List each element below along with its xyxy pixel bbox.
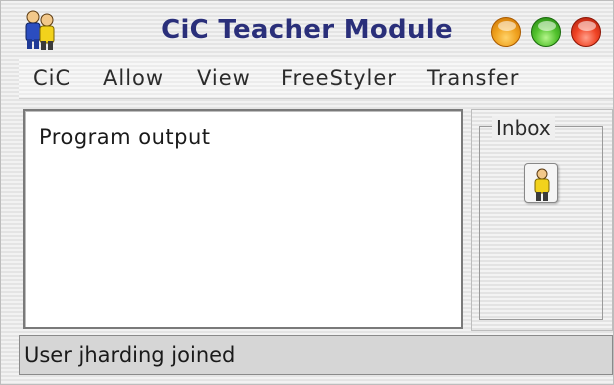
- menu-bar: CiC Allow View FreeStyler Transfer: [19, 59, 613, 99]
- menu-view[interactable]: View: [197, 66, 251, 90]
- status-bar: User jharding joined: [19, 335, 613, 375]
- window-title: CiC Teacher Module: [161, 15, 453, 45]
- menu-transfer[interactable]: Transfer: [427, 66, 519, 90]
- zoom-button[interactable]: [531, 17, 561, 47]
- inbox-panel: Inbox: [471, 109, 613, 331]
- user-icon[interactable]: [524, 163, 558, 203]
- minimize-button[interactable]: [491, 17, 521, 47]
- program-output-panel[interactable]: Program output: [23, 109, 463, 329]
- title-bar[interactable]: CiC Teacher Module: [1, 1, 613, 57]
- inbox-title: Inbox: [492, 116, 555, 140]
- menu-cic[interactable]: CiC: [33, 66, 71, 90]
- app-window: CiC Teacher Module CiC Allow View FreeSt…: [0, 0, 614, 385]
- menu-allow[interactable]: Allow: [103, 66, 164, 90]
- program-output-text: Program output: [39, 125, 211, 149]
- status-text: User jharding joined: [24, 343, 236, 367]
- person-icon: [534, 168, 550, 201]
- menu-freestyler[interactable]: FreeStyler: [281, 66, 397, 90]
- inbox-frame: [479, 126, 603, 320]
- close-button[interactable]: [571, 17, 601, 47]
